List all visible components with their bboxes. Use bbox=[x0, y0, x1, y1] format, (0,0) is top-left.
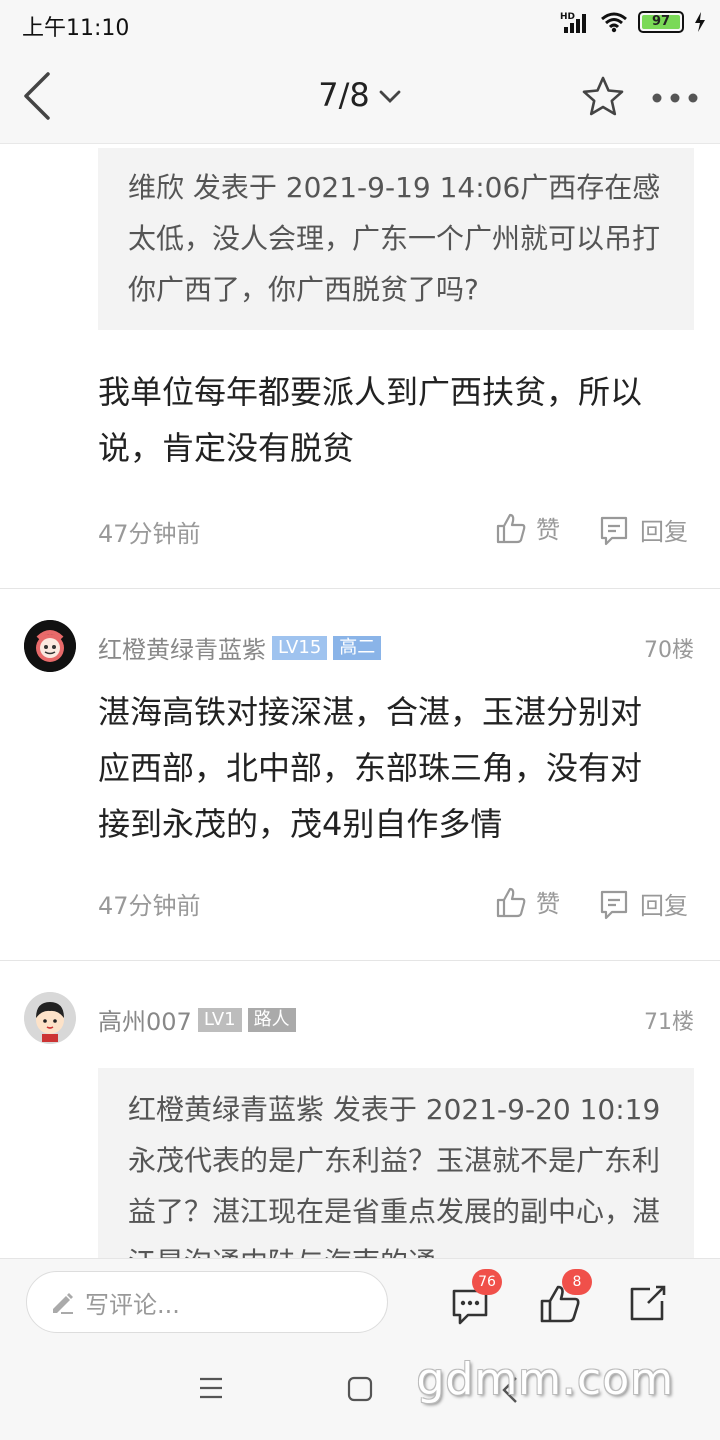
menu-icon[interactable] bbox=[198, 1376, 224, 1400]
rank-badge: 高二 bbox=[333, 635, 382, 660]
network-label: HD bbox=[560, 12, 575, 22]
user-info: 红橙黄绿青蓝紫 LV15 高二 bbox=[98, 630, 382, 665]
floor-number: 70楼 bbox=[644, 638, 694, 663]
username[interactable]: 高州007 bbox=[98, 1002, 192, 1037]
reply-button[interactable]: 回复 bbox=[598, 886, 688, 921]
avatar[interactable] bbox=[24, 620, 76, 672]
charging-icon bbox=[695, 12, 705, 32]
thumbs-up-icon bbox=[496, 887, 526, 917]
share-button[interactable] bbox=[626, 1279, 676, 1329]
post-time: 47分钟前 bbox=[98, 892, 201, 920]
wifi-icon bbox=[601, 12, 627, 33]
status-time: 上午11:10 bbox=[22, 16, 130, 41]
favorite-star-icon[interactable] bbox=[580, 74, 626, 120]
battery-icon: 97 bbox=[638, 11, 684, 33]
comment-icon bbox=[600, 516, 628, 545]
comments-button[interactable]: 76 bbox=[448, 1269, 502, 1329]
divider bbox=[0, 960, 720, 961]
comment-input[interactable]: 写评论... bbox=[26, 1271, 388, 1333]
divider bbox=[0, 588, 720, 589]
pencil-icon bbox=[53, 1293, 73, 1314]
level-badge: LV1 bbox=[197, 1007, 242, 1032]
like-label: 赞 bbox=[536, 890, 560, 918]
like-label: 赞 bbox=[536, 516, 560, 544]
share-icon bbox=[630, 1285, 666, 1321]
level-badge: LV15 bbox=[272, 635, 328, 660]
thumbs-up-icon bbox=[496, 513, 526, 543]
avatar[interactable] bbox=[24, 992, 76, 1044]
avatar-image bbox=[24, 992, 76, 1044]
comment-icon bbox=[600, 890, 628, 919]
comment-count-badge: 76 bbox=[472, 1269, 502, 1295]
reply-label: 回复 bbox=[640, 892, 688, 920]
rank-badge: 路人 bbox=[247, 1007, 296, 1032]
home-icon[interactable] bbox=[347, 1376, 373, 1402]
post-time: 47分钟前 bbox=[98, 520, 201, 548]
post-body: 我单位每年都要派人到广西扶贫，所以说，肯定没有脱贫 bbox=[98, 373, 643, 467]
more-options-icon[interactable] bbox=[650, 88, 700, 108]
status-icons: HD 97 bbox=[560, 10, 706, 34]
post-body: 湛海高铁对接深湛，合湛，玉湛分别对应西部，北中部，东部珠三角，没有对接到永茂的，… bbox=[98, 693, 643, 843]
reply-label: 回复 bbox=[640, 518, 688, 546]
like-post-button[interactable]: 8 bbox=[538, 1269, 592, 1329]
quoted-post: 维欣 发表于 2021-9-19 14:06广西存在感太低，没人会理，广东一个广… bbox=[98, 148, 694, 330]
floor-number: 71楼 bbox=[644, 1010, 694, 1035]
comment-placeholder: 写评论... bbox=[85, 1290, 180, 1319]
watermark: gdmm.com bbox=[416, 1354, 674, 1405]
like-button[interactable]: 赞 bbox=[496, 510, 560, 545]
page-indicator: 7/8 bbox=[318, 76, 370, 114]
like-button[interactable]: 赞 bbox=[496, 884, 560, 919]
signal-icon: HD bbox=[560, 12, 586, 33]
bottom-toolbar: 写评论... 76 8 bbox=[0, 1258, 720, 1346]
top-nav-bar: 7/8 bbox=[0, 48, 720, 144]
quoted-post: 红橙黄绿青蓝紫 发表于 2021-9-20 10:19永茂代表的是广东利益？玉湛… bbox=[98, 1068, 694, 1258]
username[interactable]: 红橙黄绿青蓝紫 bbox=[98, 630, 266, 665]
battery-level: 97 bbox=[651, 14, 671, 29]
user-info: 高州007 LV1 路人 bbox=[98, 1002, 296, 1037]
reply-button[interactable]: 回复 bbox=[598, 512, 688, 547]
like-count-badge: 8 bbox=[562, 1269, 592, 1295]
avatar-image bbox=[24, 620, 76, 672]
chevron-down-icon bbox=[379, 90, 401, 103]
status-bar: 上午11:10 HD 97 bbox=[0, 0, 720, 48]
system-nav-bar: gdmm.com bbox=[0, 1346, 720, 1440]
